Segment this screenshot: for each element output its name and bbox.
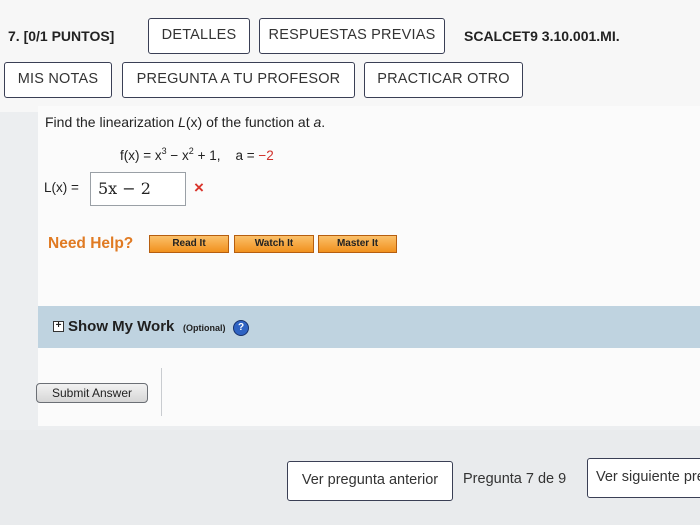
- previous-question-button[interactable]: Ver pregunta anterior: [287, 461, 453, 501]
- previous-answers-button[interactable]: RESPUESTAS PREVIAS: [259, 18, 445, 54]
- show-my-work-label[interactable]: Show My Work: [68, 318, 174, 335]
- incorrect-icon: ×: [194, 178, 204, 197]
- page-indicator: Pregunta 7 de 9: [463, 471, 567, 487]
- optional-label: (Optional): [183, 323, 226, 333]
- submit-answer-button[interactable]: Submit Answer: [36, 383, 148, 403]
- question-header: 7. [0/1 PUNTOS]: [8, 28, 114, 44]
- need-help-label: Need Help?: [48, 235, 134, 252]
- help-icon[interactable]: ?: [233, 320, 249, 336]
- expand-icon[interactable]: +: [53, 321, 64, 332]
- my-notes-button[interactable]: MIS NOTAS: [4, 62, 112, 98]
- ask-teacher-button[interactable]: PREGUNTA A TU PROFESOR: [122, 62, 355, 98]
- divider: [161, 368, 162, 416]
- practice-another-button[interactable]: PRACTICAR OTRO: [364, 62, 523, 98]
- function-definition: f(x) = x3 − x2 + 1, a = −2: [120, 146, 274, 163]
- master-it-button[interactable]: Master It: [318, 235, 397, 253]
- problem-prompt: Find the linearization L(x) of the funct…: [45, 114, 326, 130]
- watch-it-button[interactable]: Watch It: [234, 235, 314, 253]
- details-button[interactable]: DETALLES: [148, 18, 250, 54]
- a-label: a =: [235, 148, 255, 163]
- question-score: [0/1 PUNTOS]: [23, 28, 115, 44]
- read-it-button[interactable]: Read It: [149, 235, 229, 253]
- a-value: −2: [258, 148, 274, 163]
- answer-label: L(x) =: [44, 180, 79, 195]
- next-question-button[interactable]: Ver siguiente pregunta: [587, 458, 700, 498]
- answer-input[interactable]: 5x − 2: [90, 172, 186, 206]
- question-number: 7.: [8, 28, 20, 44]
- problem-code: SCALCET9 3.10.001.MI.: [464, 28, 620, 44]
